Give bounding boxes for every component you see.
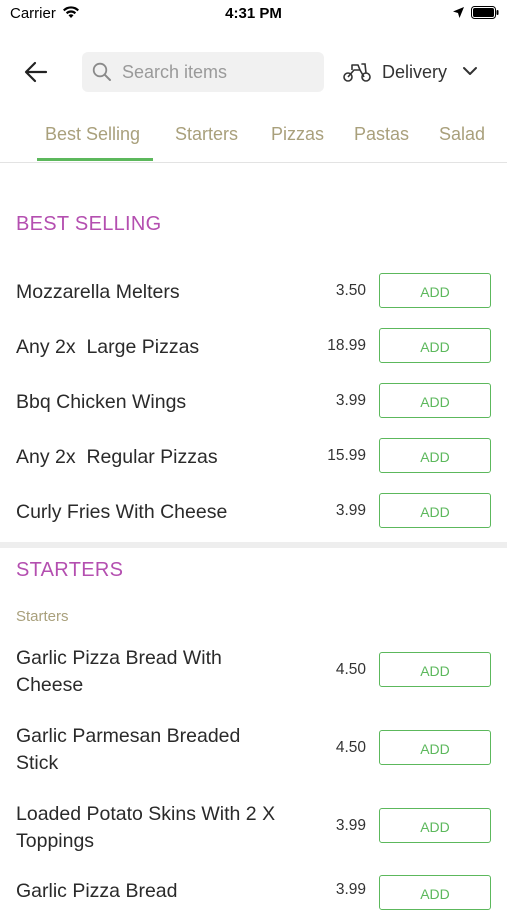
add-button[interactable]: ADD	[379, 875, 491, 910]
item-price: 3.99	[335, 881, 366, 898]
category-tabs: Best Selling Starters Pizzas Pastas Sala…	[0, 114, 507, 163]
section-title-starters: STARTERS	[16, 559, 124, 581]
item-price: 3.99	[335, 502, 366, 519]
active-tab-indicator	[37, 158, 153, 161]
section-divider	[0, 542, 507, 548]
search-box[interactable]	[82, 52, 324, 92]
item-price: 3.99	[335, 392, 366, 409]
subsection-label: Starters	[16, 608, 69, 625]
chevron-down-icon	[462, 64, 478, 82]
item-name: Garlic Parmesan Breaded Stick	[16, 725, 241, 774]
item-name: Any 2x Large Pizzas	[16, 336, 200, 358]
add-button[interactable]: ADD	[379, 273, 491, 308]
item-name: Loaded Potato Skins With 2 X Toppings	[16, 803, 276, 852]
search-icon	[92, 62, 112, 87]
item-name: Curly Fries With Cheese	[16, 501, 228, 523]
back-button[interactable]	[22, 58, 50, 86]
item-price: 4.50	[335, 739, 366, 756]
item-price: 4.50	[335, 661, 366, 678]
search-input[interactable]	[122, 52, 317, 92]
delivery-label: Delivery	[382, 62, 448, 82]
scooter-icon	[342, 61, 372, 88]
battery-icon	[471, 6, 499, 24]
add-button[interactable]: ADD	[379, 808, 491, 843]
item-price: 3.50	[335, 282, 366, 299]
add-button[interactable]: ADD	[379, 652, 491, 687]
item-price: 15.99	[327, 447, 366, 464]
add-button[interactable]: ADD	[379, 730, 491, 765]
location-icon	[452, 6, 465, 24]
delivery-select[interactable]: Delivery	[342, 55, 492, 89]
add-button[interactable]: ADD	[379, 383, 491, 418]
add-button[interactable]: ADD	[379, 328, 491, 363]
item-name: Any 2x Regular Pizzas	[16, 446, 218, 468]
tab-pastas[interactable]: Pastas	[354, 124, 409, 145]
item-price: 18.99	[327, 337, 366, 354]
section-title-best-selling: BEST SELLING	[16, 213, 162, 235]
item-name: Bbq Chicken Wings	[16, 391, 187, 413]
tab-starters[interactable]: Starters	[175, 124, 238, 145]
add-button[interactable]: ADD	[379, 493, 491, 528]
item-price: 3.99	[335, 817, 366, 834]
tab-best-selling[interactable]: Best Selling	[45, 124, 140, 145]
status-bar: Carrier 4:31 PM	[0, 0, 507, 30]
arrow-left-icon	[24, 61, 48, 83]
add-button[interactable]: ADD	[379, 438, 491, 473]
item-name: Garlic Pizza Bread With Cheese	[16, 647, 222, 696]
item-name: Garlic Pizza Bread	[16, 880, 178, 902]
tab-pizzas[interactable]: Pizzas	[271, 124, 324, 145]
status-time: 4:31 PM	[225, 5, 282, 22]
item-name: Mozzarella Melters	[16, 281, 180, 303]
tab-salad[interactable]: Salad	[439, 124, 485, 145]
